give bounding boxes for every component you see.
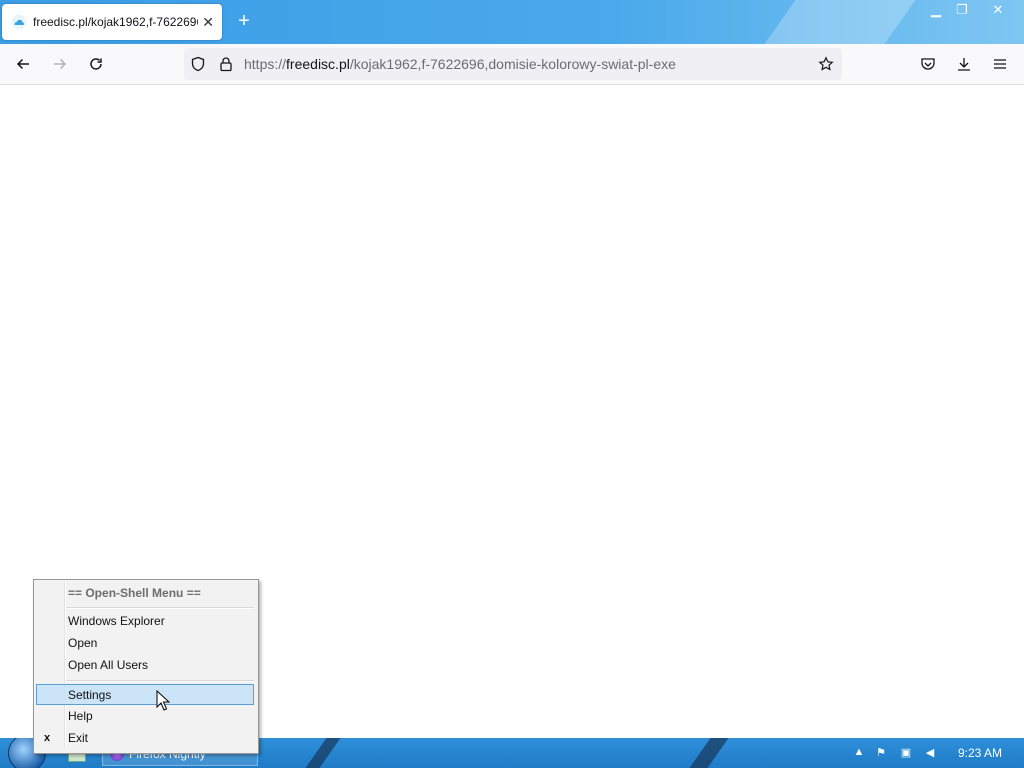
arrow-right-icon (54, 58, 67, 70)
hamburger-menu-icon (994, 59, 1006, 69)
menu-separator (66, 680, 254, 682)
lock-icon[interactable] (218, 56, 234, 72)
show-hidden-icons-button[interactable]: ▲ (851, 746, 867, 760)
app-menu-button[interactable] (988, 52, 1012, 76)
download-icon (958, 58, 970, 71)
title-bar-decoration (764, 0, 916, 44)
url-prefix: https:// (244, 56, 287, 72)
freedisc-favicon-icon (11, 14, 27, 30)
title-bar: freedisc.pl/kojak1962,f-7622696 ✕ + ▁ ❐ … (0, 0, 1024, 44)
exit-mark-icon: x (44, 732, 51, 744)
tab-title: freedisc.pl/kojak1962,f-7622696 (33, 15, 198, 29)
arrow-left-icon (16, 58, 29, 70)
volume-muted-icon[interactable]: ◀ (922, 746, 938, 760)
browser-tab[interactable]: freedisc.pl/kojak1962,f-7622696 ✕ (2, 4, 222, 40)
restore-button[interactable]: ❐ (949, 0, 975, 22)
network-icon[interactable]: ▣ (898, 746, 914, 760)
downloads-button[interactable] (952, 52, 976, 76)
url-text[interactable]: https://freedisc.pl/kojak1962,f-7622696,… (244, 56, 676, 72)
url-path: /kojak1962,f-7622696,domisie-kolorowy-sw… (349, 56, 676, 72)
menu-separator (66, 607, 254, 609)
menu-header-label: == Open-Shell Menu == (68, 586, 201, 600)
url-bar[interactable]: https://freedisc.pl/kojak1962,f-7622696,… (184, 48, 842, 80)
shield-icon[interactable] (190, 56, 206, 72)
new-tab-button[interactable]: + (234, 11, 254, 31)
menu-item-label: Exit (68, 731, 89, 745)
bookmark-star-icon[interactable] (818, 56, 834, 72)
menu-item-open-all-users[interactable]: Open All Users (36, 655, 254, 676)
menu-item-open[interactable]: Open (36, 633, 254, 654)
navigation-toolbar: https://freedisc.pl/kojak1962,f-7622696,… (0, 44, 1024, 85)
menu-item-settings[interactable]: Settings (36, 684, 254, 705)
menu-item-label: Settings (68, 688, 112, 702)
menu-item-label: Open (68, 636, 98, 650)
tab-close-icon[interactable]: ✕ (202, 14, 214, 30)
menu-item-label: Windows Explorer (68, 614, 165, 628)
taskbar-decoration (689, 738, 729, 768)
pocket-icon (921, 58, 935, 70)
taskbar-decoration (305, 738, 341, 768)
minimize-button[interactable]: ▁ (923, 0, 949, 22)
close-window-button[interactable]: ✕ (985, 0, 1011, 22)
menu-item-exit[interactable]: x Exit (36, 728, 254, 749)
reload-button[interactable] (84, 52, 108, 76)
back-button[interactable] (11, 52, 35, 76)
url-host: freedisc.pl (286, 56, 350, 72)
forward-button[interactable] (48, 52, 72, 76)
menu-item-label: Help (68, 709, 93, 723)
menu-item-windows-explorer[interactable]: Windows Explorer (36, 611, 254, 632)
menu-item-label: Open All Users (68, 658, 149, 672)
reload-icon (90, 58, 102, 70)
pocket-button[interactable] (916, 52, 940, 76)
menu-item-help[interactable]: Help (36, 706, 254, 727)
menu-header: == Open-Shell Menu == (36, 583, 254, 604)
action-center-flag-icon[interactable]: ⚑ (873, 746, 889, 760)
open-shell-context-menu: == Open-Shell Menu == Windows Explorer O… (33, 579, 259, 754)
taskbar-clock[interactable]: 9:23 AM (958, 746, 1002, 760)
mouse-cursor-icon (156, 690, 170, 711)
